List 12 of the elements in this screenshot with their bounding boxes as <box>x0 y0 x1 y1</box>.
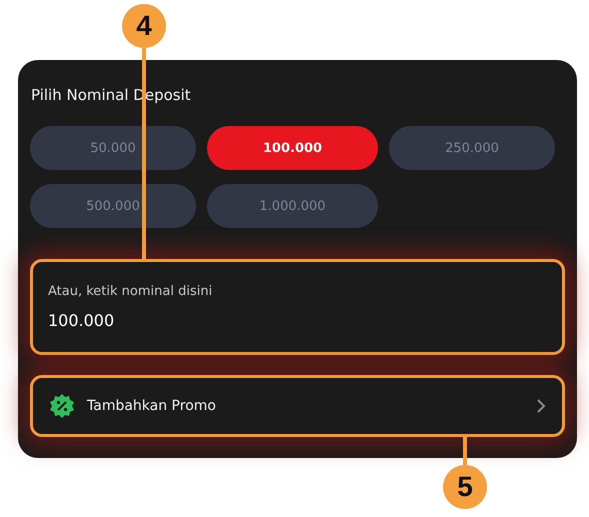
discount-icon <box>49 393 75 419</box>
amount-input[interactable]: 100.000 <box>48 311 248 330</box>
amount-chip[interactable]: 1.000.000 <box>207 184 378 228</box>
promo-button[interactable]: Tambahkan Promo <box>30 375 565 437</box>
amount-chip[interactable]: 250.000 <box>389 126 555 170</box>
amount-chip[interactable]: 500.000 <box>30 184 196 228</box>
callout-badge: 4 <box>122 4 166 48</box>
field-label: Atau, ketik nominal disini <box>48 284 214 299</box>
chevron-right-icon <box>536 398 546 414</box>
amount-chip[interactable]: 100.000 <box>207 126 378 170</box>
callout-badge: 5 <box>443 465 487 509</box>
amount-chip[interactable]: 50.000 <box>30 126 196 170</box>
